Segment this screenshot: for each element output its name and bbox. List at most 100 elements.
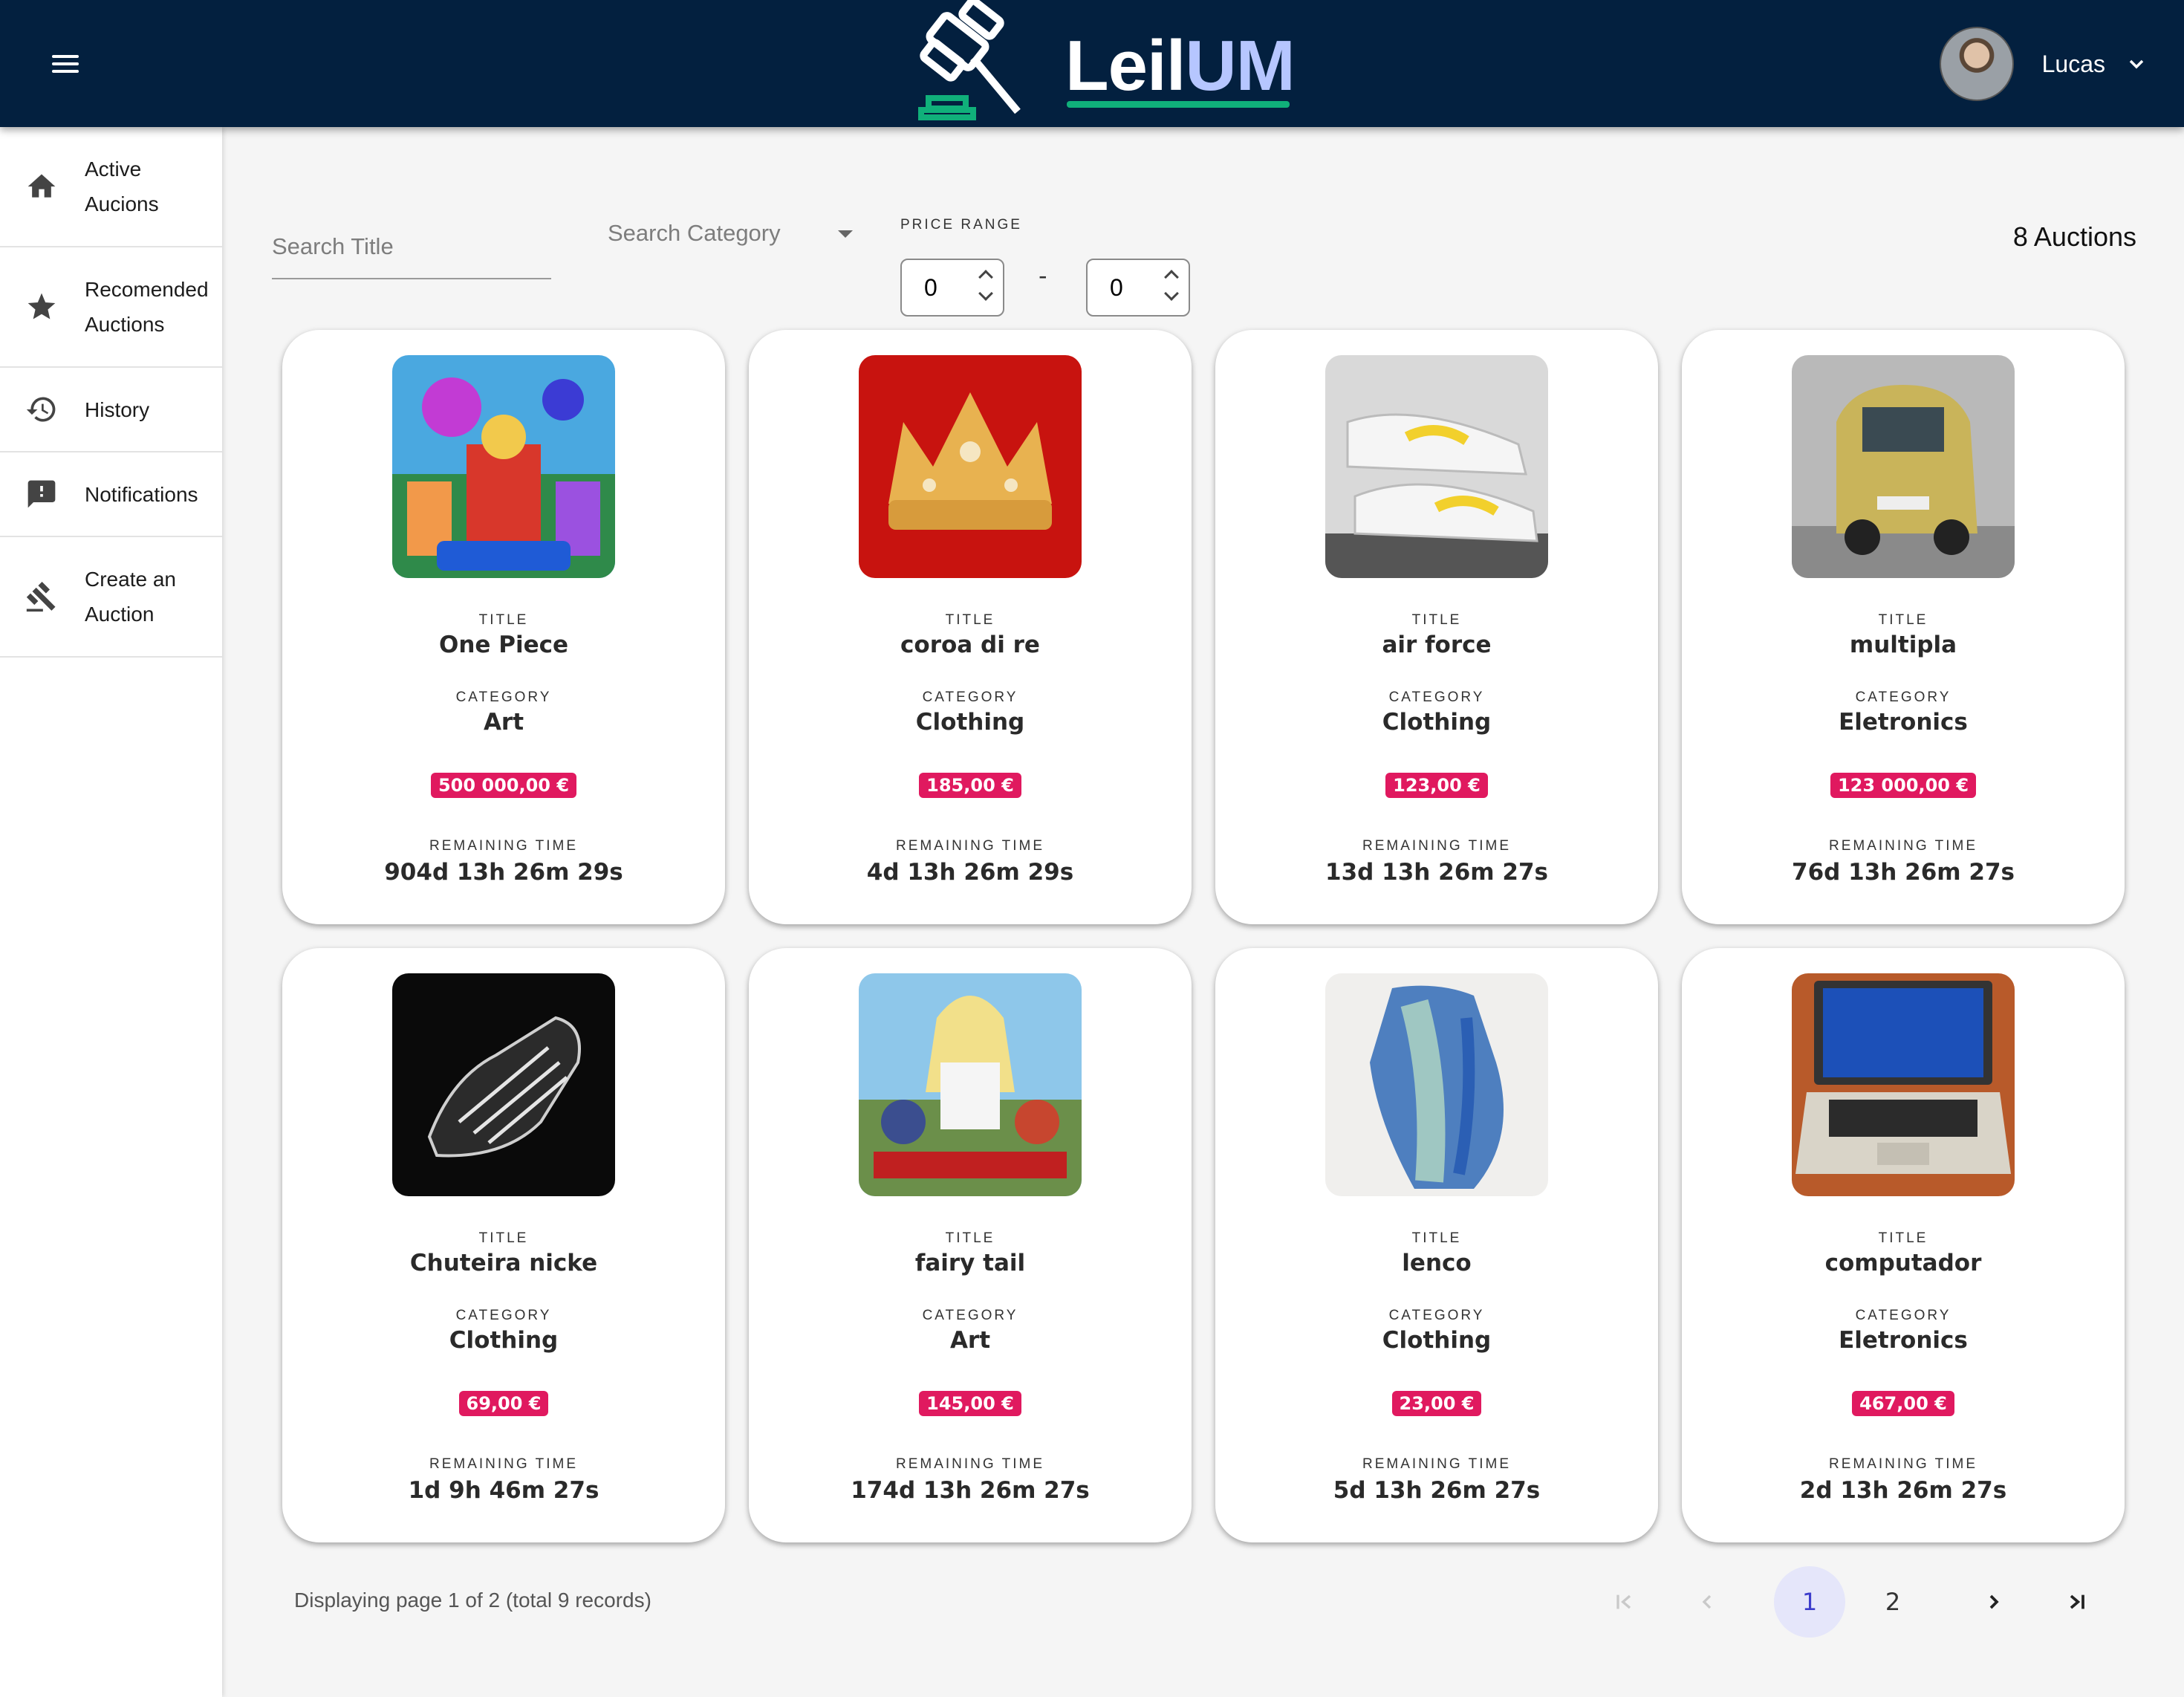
price-badge: 69,00 € bbox=[458, 1391, 549, 1416]
auction-image bbox=[392, 355, 615, 578]
page-button-2[interactable]: 2 bbox=[1857, 1566, 1928, 1638]
sidebar-item-history[interactable]: History bbox=[0, 368, 222, 452]
auction-image bbox=[1325, 355, 1548, 578]
remaining-time-label: REMAINING TIME bbox=[429, 838, 578, 854]
remaining-time-label: REMAINING TIME bbox=[896, 1456, 1044, 1472]
auction-card[interactable]: TITLE computador CATEGORY Eletronics 467… bbox=[1682, 948, 2125, 1542]
home-icon bbox=[27, 174, 56, 198]
price-badge-wrap: 467,00 € bbox=[1682, 1391, 2125, 1416]
price-badge: 23,00 € bbox=[1391, 1391, 1482, 1416]
search-title-input[interactable] bbox=[272, 215, 551, 278]
category-label: CATEGORY bbox=[922, 1308, 1018, 1323]
app-logo[interactable]: LeilUM bbox=[909, 0, 1296, 127]
auction-grid: TITLE One Piece CATEGORY Art 500 000,00 … bbox=[282, 330, 2125, 1542]
history-icon bbox=[26, 397, 56, 422]
sidebar-item-notifications[interactable]: Notifications bbox=[0, 452, 222, 537]
chevron-left-icon bbox=[1702, 1594, 1712, 1609]
stepper-up-icon[interactable] bbox=[978, 270, 993, 285]
auction-card[interactable]: TITLE Chuteira nicke CATEGORY Clothing 6… bbox=[282, 948, 725, 1542]
auction-title: coroa di re bbox=[900, 632, 1040, 658]
price-badge-wrap: 69,00 € bbox=[282, 1391, 725, 1416]
stepper-down-icon[interactable] bbox=[978, 286, 993, 301]
sidebar-item-recommended-auctions[interactable]: Recomended Auctions bbox=[0, 247, 222, 368]
sidebar-item-label: Create an Auction bbox=[85, 568, 176, 626]
auction-category: Clothing bbox=[1382, 1327, 1492, 1354]
price-range-label: PRICE RANGE bbox=[900, 217, 1022, 233]
sidebar-item-label: Recomended Auctions bbox=[85, 278, 209, 336]
auction-category: Eletronics bbox=[1839, 709, 1968, 736]
auction-card[interactable]: TITLE One Piece CATEGORY Art 500 000,00 … bbox=[282, 330, 725, 924]
auction-image bbox=[1792, 973, 2015, 1196]
remaining-time: 904d 13h 26m 29s bbox=[384, 859, 623, 886]
remaining-time-label: REMAINING TIME bbox=[1362, 838, 1511, 854]
remaining-time: 13d 13h 26m 27s bbox=[1325, 859, 1548, 886]
auction-card[interactable]: TITLE air force CATEGORY Clothing 123,00… bbox=[1215, 330, 1658, 924]
price-max-stepper[interactable] bbox=[1163, 266, 1181, 311]
price-range-separator: - bbox=[1039, 262, 1047, 290]
auction-card[interactable]: TITLE coroa di re CATEGORY Clothing 185,… bbox=[749, 330, 1192, 924]
auction-image bbox=[859, 973, 1082, 1196]
auction-card[interactable]: TITLE lenco CATEGORY Clothing 23,00 € RE… bbox=[1215, 948, 1658, 1542]
title-label: TITLE bbox=[1878, 1230, 1928, 1246]
price-badge-wrap: 23,00 € bbox=[1215, 1391, 1658, 1416]
category-label: CATEGORY bbox=[1388, 1308, 1485, 1323]
price-badge: 467,00 € bbox=[1852, 1391, 1954, 1416]
remaining-time-label: REMAINING TIME bbox=[1829, 838, 1977, 854]
last-page-icon bbox=[2070, 1594, 2084, 1609]
chevron-down-icon[interactable] bbox=[2128, 55, 2145, 73]
next-page-button[interactable] bbox=[1958, 1566, 2029, 1638]
auction-title: Chuteira nicke bbox=[409, 1250, 598, 1276]
auction-category: Eletronics bbox=[1839, 1327, 1968, 1354]
pagination-info: Displaying page 1 of 2 (total 9 records) bbox=[294, 1589, 651, 1612]
stepper-down-icon[interactable] bbox=[1164, 286, 1179, 301]
price-badge-wrap: 185,00 € bbox=[749, 773, 1192, 798]
category-label: CATEGORY bbox=[455, 1308, 552, 1323]
first-page-icon bbox=[1616, 1594, 1631, 1609]
price-min-input[interactable] bbox=[900, 259, 1004, 317]
stepper-up-icon[interactable] bbox=[1164, 270, 1179, 285]
remaining-time-label: REMAINING TIME bbox=[1362, 1456, 1511, 1472]
search-category-select[interactable]: Search Category bbox=[608, 212, 853, 257]
first-page-button[interactable] bbox=[1588, 1566, 1660, 1638]
notification-icon bbox=[27, 480, 56, 508]
prev-page-button[interactable] bbox=[1671, 1566, 1743, 1638]
title-label: TITLE bbox=[478, 612, 529, 628]
title-label: TITLE bbox=[478, 1230, 529, 1246]
user-name[interactable]: Lucas bbox=[2042, 51, 2105, 78]
avatar[interactable] bbox=[1939, 27, 2014, 101]
search-title-field[interactable] bbox=[272, 215, 551, 279]
star-icon bbox=[27, 293, 56, 319]
remaining-time: 4d 13h 26m 29s bbox=[866, 859, 1074, 886]
auction-image bbox=[1325, 973, 1548, 1196]
remaining-time-label: REMAINING TIME bbox=[429, 1456, 578, 1472]
auction-title: fairy tail bbox=[914, 1250, 1026, 1276]
last-page-button[interactable] bbox=[2041, 1566, 2113, 1638]
page-button-1[interactable]: 1 bbox=[1774, 1566, 1845, 1638]
price-badge: 185,00 € bbox=[919, 773, 1021, 798]
auction-title: multipla bbox=[1849, 632, 1957, 658]
price-min-value[interactable] bbox=[902, 260, 969, 315]
sidebar-item-active-auctions[interactable]: Active Aucions bbox=[0, 127, 222, 247]
gavel-logo-icon bbox=[918, 0, 1021, 120]
remaining-time: 5d 13h 26m 27s bbox=[1333, 1477, 1541, 1504]
sidebar-item-label: Active Aucions bbox=[85, 158, 159, 215]
auction-title: lenco bbox=[1402, 1250, 1472, 1276]
remaining-time-label: REMAINING TIME bbox=[896, 838, 1044, 854]
category-label: CATEGORY bbox=[1855, 689, 1951, 705]
user-menu[interactable]: Lucas bbox=[1939, 27, 2145, 101]
auction-card[interactable]: TITLE multipla CATEGORY Eletronics 123 0… bbox=[1682, 330, 2125, 924]
dropdown-arrow-icon[interactable] bbox=[838, 230, 853, 238]
auction-category: Clothing bbox=[1382, 709, 1492, 736]
auction-title: air force bbox=[1382, 632, 1492, 658]
sidebar-item-create-auction[interactable]: Create an Auction bbox=[0, 537, 222, 658]
menu-icon[interactable] bbox=[46, 48, 88, 80]
remaining-time: 2d 13h 26m 27s bbox=[1799, 1477, 2007, 1504]
price-min-stepper[interactable] bbox=[978, 266, 995, 311]
price-max-value[interactable] bbox=[1088, 260, 1154, 315]
category-label: CATEGORY bbox=[1388, 689, 1485, 705]
price-max-input[interactable] bbox=[1086, 259, 1190, 317]
category-label: CATEGORY bbox=[1855, 1308, 1951, 1323]
remaining-time: 76d 13h 26m 27s bbox=[1792, 859, 2015, 886]
auction-card[interactable]: TITLE fairy tail CATEGORY Art 145,00 € R… bbox=[749, 948, 1192, 1542]
title-label: TITLE bbox=[1411, 612, 1462, 628]
